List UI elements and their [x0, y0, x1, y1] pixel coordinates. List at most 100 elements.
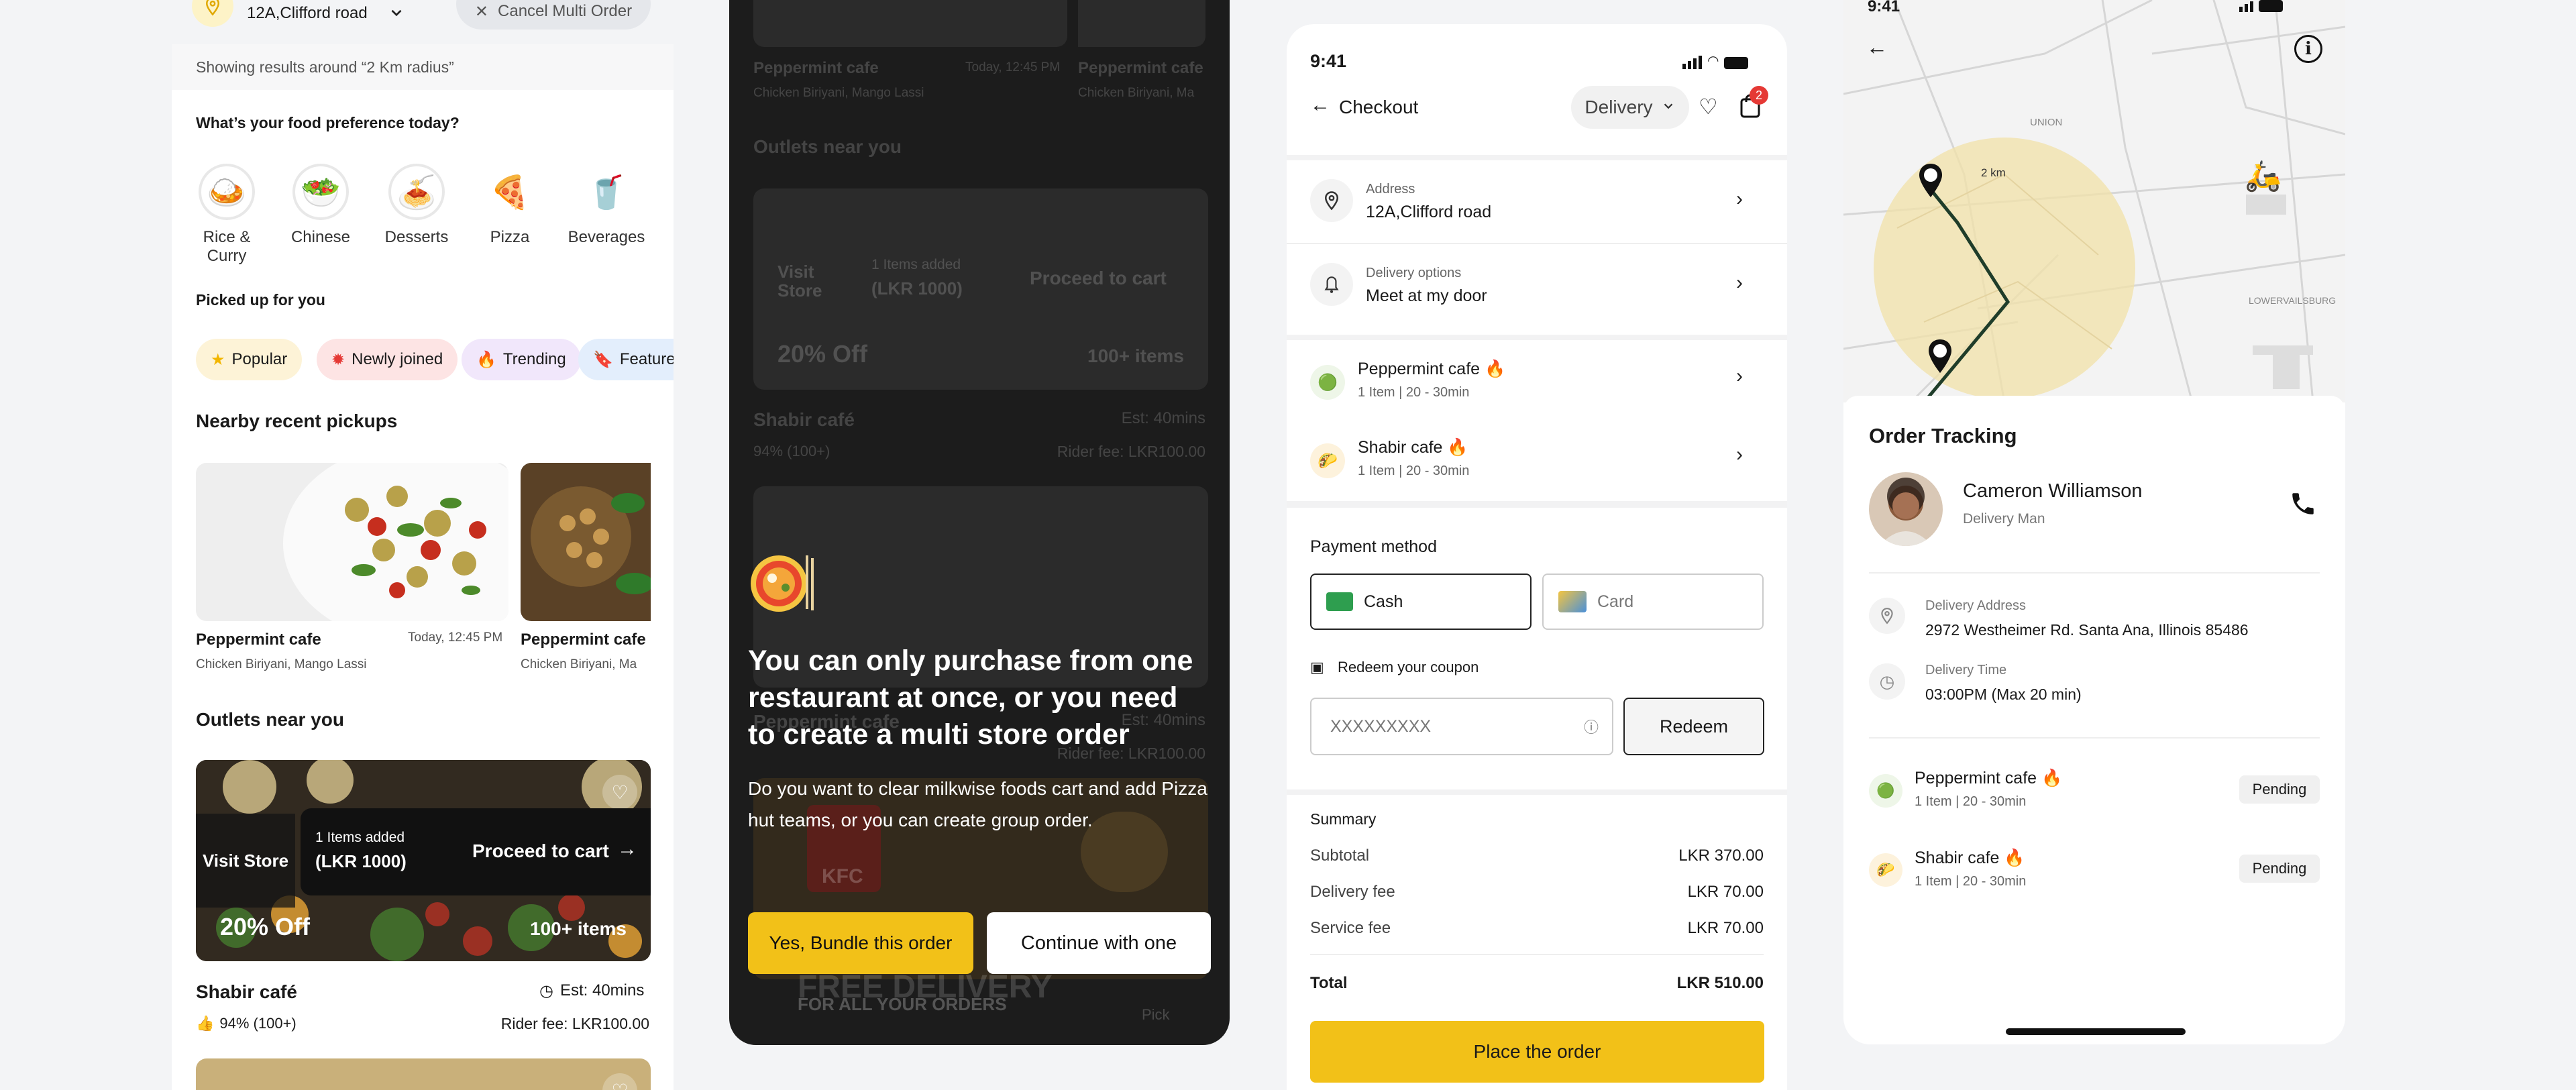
- address-label: Address: [1366, 182, 1415, 197]
- redeem-button[interactable]: Redeem: [1623, 698, 1764, 755]
- wifi-icon: ◠: [1707, 54, 1719, 68]
- address-section: [1287, 160, 1787, 335]
- background-pickup-image: [753, 0, 1067, 47]
- bookmark-icon: 🔖: [593, 350, 613, 369]
- category-rice-curry[interactable]: 🍛 Rice & Curry: [186, 164, 267, 266]
- order-tracking-screen: 🛵 2 km UNION LOWERVAILSBURG 9:41 ← i Ord…: [1843, 0, 2345, 1044]
- store-name: Peppermint cafe 🔥: [1358, 360, 1506, 378]
- chevron-right-icon[interactable]: ›: [1736, 443, 1743, 466]
- pickup-image[interactable]: [521, 463, 651, 621]
- info-icon[interactable]: i: [2294, 35, 2322, 63]
- bg-items-added: 1 Items added: [871, 257, 961, 272]
- back-arrow-icon[interactable]: ←: [1310, 94, 1330, 117]
- bg-outlet-eta: Est: 40mins: [1121, 409, 1205, 427]
- map-view[interactable]: [1843, 0, 2345, 404]
- checkout-screen: 9:41 ◠ ← Checkout Delivery ♡ 2 Address 1…: [1287, 24, 1787, 1090]
- category-label: Beverages: [568, 228, 645, 246]
- location-label[interactable]: 12A,Clifford road: [247, 4, 368, 23]
- pickup-items: Chicken Biriyani, Mango Lassi: [196, 657, 367, 671]
- outlet-card-next[interactable]: ♡: [196, 1058, 651, 1090]
- location-pin-icon: [1310, 179, 1353, 222]
- star-icon: ★: [211, 350, 225, 369]
- proceed-to-cart-panel[interactable]: 1 Items added (LKR 1000) Proceed to cart…: [301, 808, 651, 895]
- chevron-right-icon[interactable]: ›: [1736, 272, 1743, 294]
- pizza-icon: 🍕: [482, 164, 538, 220]
- category-beverages[interactable]: 🥤 Beverages: [562, 164, 651, 247]
- payment-title: Payment method: [1310, 537, 1437, 556]
- page-title: Checkout: [1339, 97, 1419, 117]
- bundle-order-button[interactable]: Yes, Bundle this order: [748, 912, 973, 974]
- scooter-rider-icon[interactable]: 🛵: [2245, 158, 2282, 193]
- chevron-right-icon[interactable]: ›: [1736, 365, 1743, 388]
- cancel-multi-order-label: Cancel Multi Order: [498, 2, 633, 20]
- chip-newly-joined[interactable]: ✹ Newly joined: [317, 339, 458, 380]
- bg-outlet-card: Visit Store 1 Items added (LKR 1000) Pro…: [753, 188, 1208, 390]
- signal-icon: [2239, 1, 2253, 12]
- map-area-label: LOWERVAILSBURG: [2249, 295, 2337, 306]
- items-added-text: 1 Items added: [315, 830, 405, 845]
- pay-card-option[interactable]: Card: [1542, 574, 1764, 630]
- chip-label: Popular: [231, 350, 288, 368]
- category-chinese[interactable]: 🥗 Chinese: [280, 164, 361, 247]
- status-time: 9:41: [1868, 0, 1900, 15]
- info-icon[interactable]: ⓘ: [1584, 716, 1599, 737]
- pay-cash-option[interactable]: Cash: [1310, 574, 1532, 630]
- total-value: LKR 510.00: [1676, 974, 1764, 992]
- chevron-right-icon[interactable]: ›: [1736, 188, 1743, 211]
- clock-icon: ◷: [1869, 663, 1905, 700]
- divider: [1287, 243, 1787, 244]
- store-name: Shabir cafe 🔥: [1915, 849, 2025, 867]
- delivery-mode-label: Delivery: [1585, 97, 1653, 117]
- pay-cash-label: Cash: [1364, 592, 1403, 611]
- favorite-heart-icon[interactable]: ♡: [602, 1073, 637, 1090]
- outlet-eta: ◷ Est: 40mins: [539, 981, 644, 1001]
- summary-row: Subtotal LKR 370.00: [1310, 847, 1764, 865]
- store-name: Shabir cafe 🔥: [1358, 438, 1468, 457]
- summary-value: LKR 70.00: [1687, 883, 1764, 901]
- discount-label: 20% Off: [220, 913, 311, 940]
- avatar: [1869, 472, 1943, 546]
- phone-icon[interactable]: [2289, 490, 2317, 525]
- favorite-heart-icon[interactable]: ♡: [602, 775, 637, 810]
- chip-trending[interactable]: 🔥 Trending: [462, 339, 581, 380]
- delivery-mode-select[interactable]: Delivery: [1571, 86, 1689, 129]
- items-price-text: (LKR 1000): [315, 851, 407, 871]
- chip-popular[interactable]: ★ Popular: [196, 339, 303, 380]
- category-pizza[interactable]: 🍕 Pizza: [470, 164, 550, 247]
- summary-label: Subtotal: [1310, 847, 1370, 865]
- item-count-label: 100+ items: [530, 918, 627, 939]
- summary-total-row: Total LKR 510.00: [1310, 974, 1764, 993]
- back-arrow-icon[interactable]: ←: [1866, 35, 1888, 60]
- bg-pickup-name: Peppermint cafe: [753, 59, 879, 77]
- place-order-button[interactable]: Place the order: [1310, 1021, 1764, 1083]
- thumbs-up-icon: 👍: [196, 1015, 215, 1032]
- category-desserts[interactable]: 🍝 Desserts: [376, 164, 457, 247]
- card-icon: [1558, 591, 1587, 612]
- heart-icon[interactable]: ♡: [1699, 94, 1718, 119]
- store-pin-icon[interactable]: [1917, 162, 1944, 199]
- continue-with-one-button[interactable]: Continue with one: [987, 912, 1211, 974]
- chip-feature[interactable]: 🔖 Feature: [578, 339, 674, 380]
- multi-store-modal-screen: ✕ Peppermint cafe Today, 12:45 PM Chicke…: [729, 0, 1230, 1045]
- rider-fee-label: Rider fee: LKR100.00: [500, 1015, 649, 1032]
- category-label: Pizza: [490, 228, 530, 246]
- address-value[interactable]: 12A,Clifford road: [1366, 203, 1491, 222]
- coupon-icon: ▣: [1310, 659, 1324, 675]
- divider: [1869, 737, 2320, 739]
- status-badge: Pending: [2239, 855, 2320, 883]
- store-pin-icon[interactable]: [1927, 338, 1953, 374]
- outlet-card[interactable]: ♡ Visit Store 1 Items added (LKR 1000) P…: [196, 760, 651, 961]
- bg-discount: 20% Off: [777, 340, 868, 368]
- cancel-multi-order-button[interactable]: ✕ Cancel Multi Order: [456, 0, 651, 30]
- bg-pickup-items: Chicken Biriyani, Ma: [1078, 86, 1195, 100]
- home-screen: 12A,Clifford road ✕ Cancel Multi Order S…: [172, 0, 674, 1090]
- chevron-down-icon[interactable]: [388, 4, 405, 25]
- store-logo-icon: 🌮: [1869, 853, 1902, 887]
- status-icons: [2239, 0, 2283, 12]
- coupon-input[interactable]: XXXXXXXXX ⓘ: [1310, 698, 1613, 755]
- dessert-icon: 🍝: [388, 164, 445, 220]
- delivery-options-value[interactable]: Meet at my door: [1366, 286, 1487, 306]
- pickup-image[interactable]: [196, 463, 508, 621]
- bg-visit-label: Visit Store: [777, 262, 822, 301]
- visit-store-button[interactable]: Visit Store: [196, 814, 295, 908]
